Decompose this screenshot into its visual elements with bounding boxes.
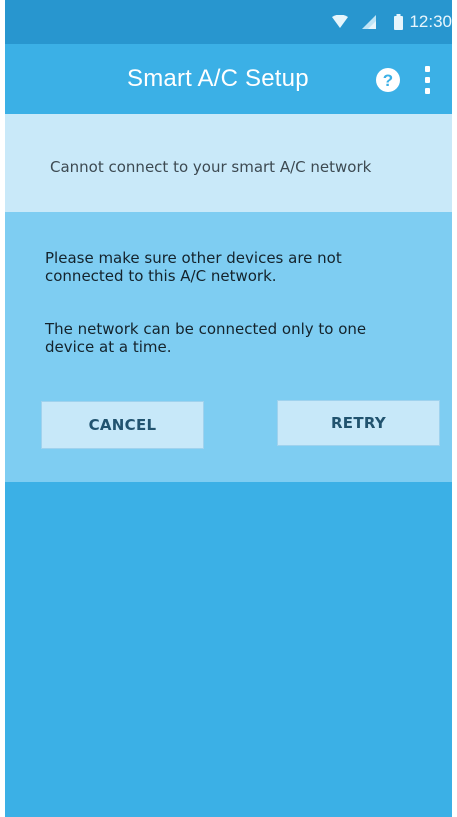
dialog-panel: Please make sure other devices are not c… [5,212,452,482]
signal-icon [362,15,377,29]
app-title: Smart A/C Setup [127,65,309,92]
status-time: 12:30 [409,12,452,31]
app-screen: 12:30 Smart A/C Setup ? Cannot connect t… [5,0,452,817]
overflow-dot [424,66,430,72]
error-banner: Cannot connect to your smart A/C network [5,114,452,212]
status-bar: 12:30 [5,0,452,44]
overflow-dot [424,88,430,94]
battery-icon [394,14,404,30]
help-icon-glyph: ? [382,70,394,90]
app-bar: Smart A/C Setup ? [5,44,452,114]
status-icons: 12:30 [332,0,452,44]
more-vert-icon[interactable] [419,66,435,94]
wifi-icon [332,15,349,29]
error-message: Cannot connect to your smart A/C network [50,158,372,176]
cancel-button[interactable]: CANCEL [41,401,204,449]
retry-button[interactable]: RETRY [277,400,440,446]
instruction-text-2: The network can be connected only to one… [45,320,367,356]
help-icon[interactable]: ? [376,68,400,92]
overflow-dot [424,77,430,83]
instruction-text-1: Please make sure other devices are not c… [45,249,342,285]
